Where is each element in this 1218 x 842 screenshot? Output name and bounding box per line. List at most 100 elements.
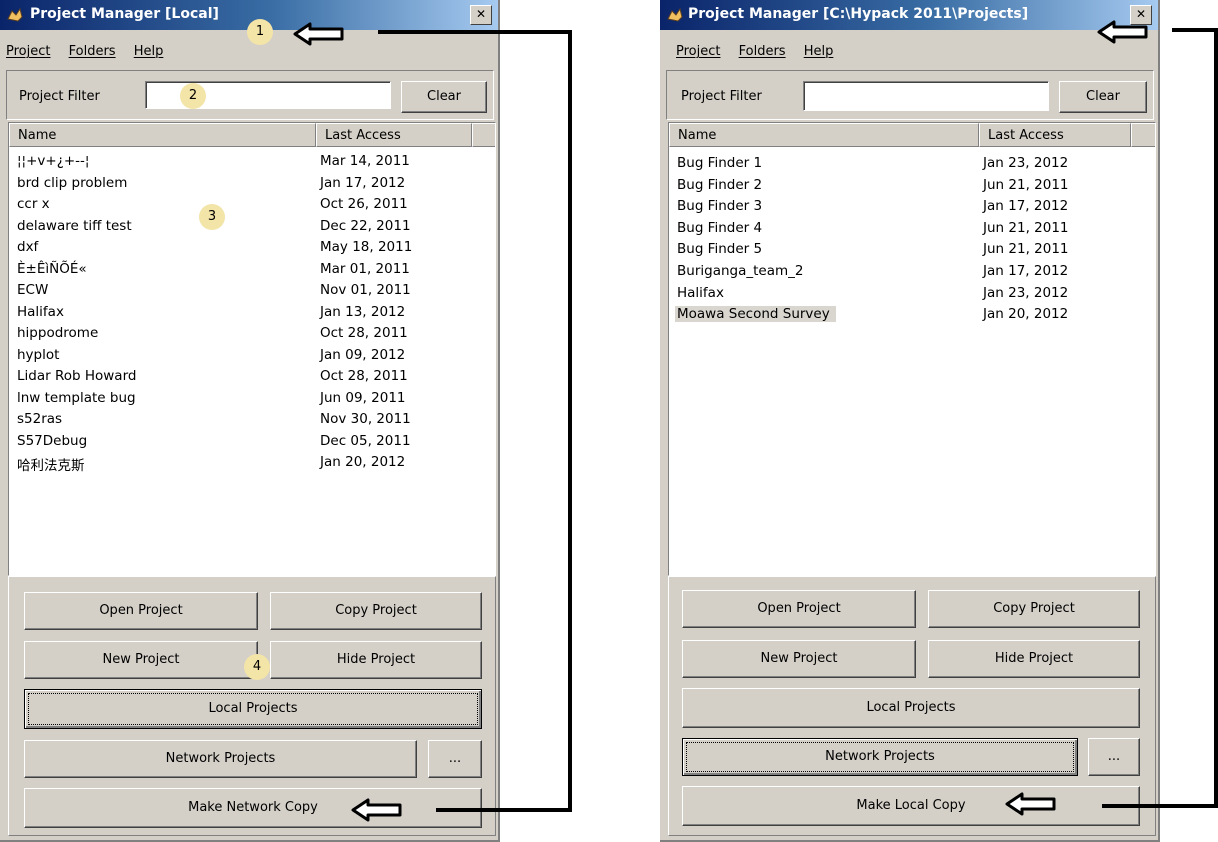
list-item[interactable]: ccr x Oct 26, 2011 [9, 194, 495, 216]
list-item[interactable]: Bug Finder 3 Jan 17, 2012 [669, 196, 1155, 218]
clear-button[interactable]: Clear [401, 81, 487, 113]
open-project-button[interactable]: Open Project [24, 592, 258, 630]
connector-line [1102, 804, 1218, 808]
list-item[interactable]: Buriganga_team_2 Jan 17, 2012 [669, 261, 1155, 283]
menu-project[interactable]: Project [6, 44, 50, 59]
list-item[interactable]: Bug Finder 2 Jun 21, 2011 [669, 175, 1155, 197]
project-name: È±ÊìÑÕÉ« [17, 260, 87, 277]
last-access-date: Jan 13, 2012 [320, 303, 406, 320]
connector-line [1214, 28, 1218, 808]
menu-bar: Project Folders Help [6, 44, 177, 59]
clear-button[interactable]: Clear [1059, 81, 1147, 113]
project-name: dxf [17, 239, 39, 255]
close-icon[interactable]: ✕ [470, 5, 492, 25]
list-item[interactable]: Bug Finder 1 Jan 23, 2012 [669, 153, 1155, 175]
menu-project[interactable]: Project [676, 44, 720, 59]
filter-group: Project Filter Clear [666, 70, 1154, 120]
project-name: Bug Finder 4 [677, 219, 763, 236]
last-access-date: Jun 21, 2011 [983, 241, 1069, 258]
list-item[interactable]: Bug Finder 4 Jun 21, 2011 [669, 218, 1155, 240]
list-item[interactable]: dxf May 18, 2011 [9, 237, 495, 259]
list-item[interactable]: ECW Nov 01, 2011 [9, 280, 495, 302]
last-access-date: Oct 28, 2011 [320, 325, 408, 341]
list-item[interactable]: s52ras Nov 30, 2011 [9, 409, 495, 431]
list-item[interactable]: ¦¦+v+¿+--¦ Mar 14, 2011 [9, 151, 495, 173]
last-access-date: Dec 05, 2011 [320, 432, 411, 449]
list-item[interactable]: Halifax Jan 13, 2012 [9, 302, 495, 324]
project-name: Bug Finder 2 [677, 176, 763, 193]
last-access-date: Jan 23, 2012 [983, 155, 1069, 171]
app-icon [7, 7, 23, 22]
project-name: ECW [17, 282, 49, 298]
browse-button[interactable]: ... [1088, 738, 1140, 776]
menu-help[interactable]: Help [804, 44, 834, 59]
network-projects-button[interactable]: Network Projects [682, 738, 1078, 776]
last-access-date: Jan 17, 2012 [320, 174, 406, 191]
browse-button[interactable]: ... [428, 740, 482, 778]
list-item[interactable]: delaware tiff test Dec 22, 2011 [9, 216, 495, 238]
window-title: Project Manager [Local] [30, 6, 219, 22]
project-name: Bug Finder 5 [677, 241, 763, 258]
column-header-extra[interactable] [1131, 123, 1155, 147]
menu-folders[interactable]: Folders [69, 44, 116, 59]
menu-help[interactable]: Help [134, 44, 164, 59]
last-access-date: Jan 17, 2012 [983, 263, 1069, 279]
column-header-extra[interactable] [472, 123, 495, 147]
local-projects-button[interactable]: Local Projects [682, 688, 1140, 728]
last-access-date: Oct 28, 2011 [320, 368, 408, 384]
app-icon [667, 7, 683, 22]
list-item[interactable]: brd clip problem Jan 17, 2012 [9, 173, 495, 195]
open-project-button[interactable]: Open Project [682, 590, 916, 628]
connector-line [1172, 28, 1218, 32]
new-project-button[interactable]: New Project [682, 640, 916, 678]
list-item[interactable]: lnw template bug Jun 09, 2011 [9, 388, 495, 410]
connector-line [436, 808, 572, 812]
list-item[interactable]: hippodrome Oct 28, 2011 [9, 323, 495, 345]
column-header-last-access[interactable]: Last Access [979, 123, 1131, 147]
project-list: Name Last Access Bug Finder 1 Jan 23, 201… [668, 122, 1156, 576]
last-access-date: Nov 01, 2011 [320, 282, 411, 298]
left-arrow-icon [293, 22, 344, 46]
local-projects-button[interactable]: Local Projects [24, 689, 482, 729]
network-projects-button[interactable]: Network Projects [24, 740, 417, 778]
list-item[interactable]: È±ÊìÑÕÉ« Mar 01, 2011 [9, 259, 495, 281]
last-access-date: Dec 22, 2011 [320, 217, 411, 234]
last-access-date: Jan 17, 2012 [983, 198, 1069, 215]
copy-project-button[interactable]: Copy Project [928, 590, 1140, 628]
make-local-copy-button[interactable]: Make Local Copy [682, 786, 1140, 826]
left-arrow-icon [351, 798, 402, 822]
last-access-date: May 18, 2011 [320, 239, 413, 255]
project-name: ¦¦+v+¿+--¦ [17, 153, 90, 169]
list-item[interactable]: Bug Finder 5 Jun 21, 2011 [669, 239, 1155, 261]
project-name: hyplot [17, 346, 60, 363]
list-item[interactable]: Moawa Second Survey Jan 20, 2012 [669, 304, 1155, 326]
last-access-date: Jan 20, 2012 [983, 306, 1069, 323]
hide-project-button[interactable]: Hide Project [270, 641, 482, 679]
left-window: Project Manager [Local] ✕ Project Folder… [0, 0, 500, 842]
left-arrow-icon [1097, 20, 1148, 44]
right-titlebar: Project Manager [C:\Hypack 2011\Projects… [660, 0, 1158, 30]
column-header-name[interactable]: Name [9, 123, 316, 147]
column-header-name[interactable]: Name [669, 123, 979, 147]
project-name: Bug Finder 1 [677, 155, 763, 171]
list-item[interactable]: Lidar Rob Howard Oct 28, 2011 [9, 366, 495, 388]
list-item[interactable]: 哈利法克斯 Jan 20, 2012 [9, 452, 495, 474]
new-project-button[interactable]: New Project [24, 641, 258, 679]
menu-folders[interactable]: Folders [739, 44, 786, 59]
last-access-date: Oct 26, 2011 [320, 196, 408, 212]
last-access-date: Jun 21, 2011 [983, 176, 1069, 193]
project-name: 哈利法克斯 [17, 458, 85, 474]
project-name: ccr x [17, 196, 50, 212]
hide-project-button[interactable]: Hide Project [928, 640, 1140, 678]
project-name: Halifax [677, 284, 724, 301]
copy-project-button[interactable]: Copy Project [270, 592, 482, 630]
last-access-date: Nov 30, 2011 [320, 411, 411, 427]
project-filter-input[interactable] [803, 81, 1049, 111]
list-item[interactable]: hyplot Jan 09, 2012 [9, 345, 495, 367]
list-item[interactable]: S57Debug Dec 05, 2011 [9, 431, 495, 453]
make-network-copy-button[interactable]: Make Network Copy [24, 788, 482, 828]
column-header-last-access[interactable]: Last Access [316, 123, 472, 147]
last-access-date: Jun 09, 2011 [320, 389, 406, 406]
filter-label: Project Filter [19, 89, 100, 104]
list-item[interactable]: Halifax Jan 23, 2012 [669, 283, 1155, 305]
